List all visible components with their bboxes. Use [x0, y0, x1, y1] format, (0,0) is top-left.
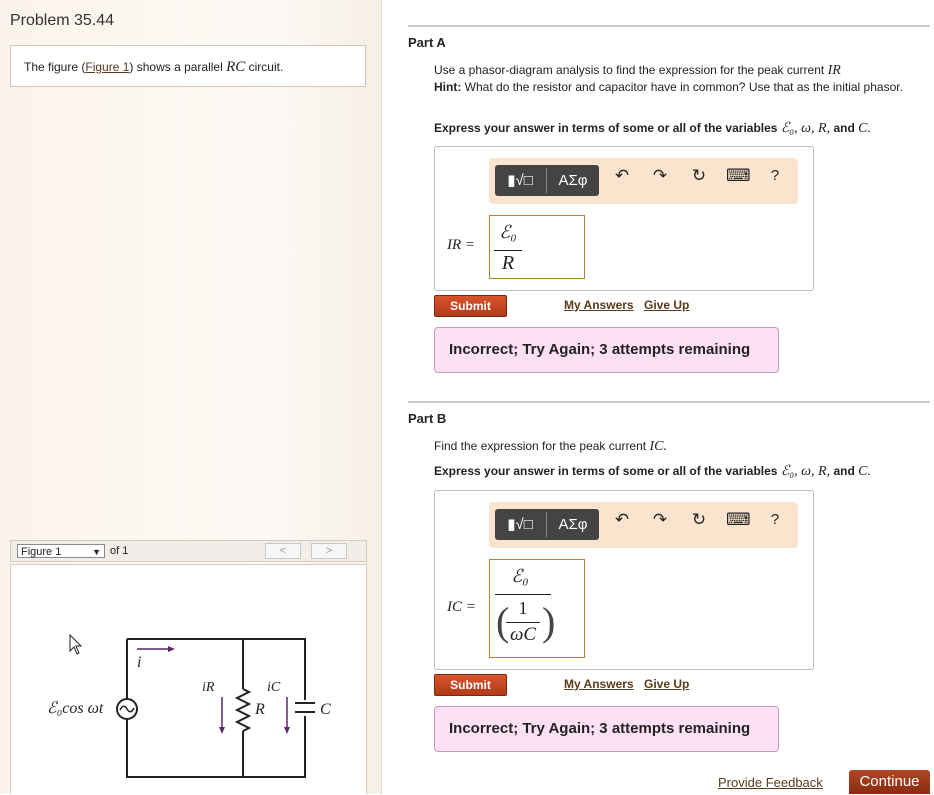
- continue-button[interactable]: Continue: [849, 770, 930, 794]
- part-b-answer-input[interactable]: ℰ₀ ( 1 ωC ): [489, 559, 585, 658]
- redo-icon[interactable]: ↷: [649, 165, 671, 187]
- resistor-symbol: [234, 688, 252, 732]
- undo-icon[interactable]: ↶: [611, 165, 633, 187]
- greek-symbols-button[interactable]: ΑΣφ: [547, 509, 599, 540]
- keyboard-icon[interactable]: ⌨: [726, 165, 751, 187]
- part-a-submit-button[interactable]: Submit: [434, 295, 507, 317]
- part-b-instructions: Express your answer in terms of some or …: [434, 464, 871, 479]
- part-a-math-toolbar: ▮√□ ΑΣφ ↶ ↷ ↻ ⌨ ?: [489, 158, 798, 204]
- part-a-instructions: Express your answer in terms of some or …: [434, 121, 871, 136]
- part-b-math-toolbar: ▮√□ ΑΣφ ↶ ↷ ↻ ⌨ ?: [489, 502, 798, 548]
- help-button[interactable]: ?: [764, 165, 786, 187]
- figure-area: ℰ₀cos ωt i iR iC R C: [10, 564, 367, 794]
- next-figure-button[interactable]: >: [311, 543, 347, 559]
- part-a-answer-input[interactable]: ℰ₀ R: [489, 215, 585, 279]
- reset-icon[interactable]: ↻: [688, 165, 710, 187]
- part-a-my-answers-link[interactable]: My Answers: [564, 298, 634, 312]
- rc-circuit-diagram: ℰ₀cos ωt i iR iC R C: [47, 633, 331, 778]
- label-i: i: [137, 654, 141, 671]
- reset-icon[interactable]: ↻: [688, 509, 710, 531]
- part-b-question: Find the expression for the peak current…: [434, 439, 667, 454]
- part-a-answer-label: IR =: [447, 237, 476, 253]
- part-a-label: Part A: [408, 35, 446, 50]
- part-b-my-answers-link[interactable]: My Answers: [564, 677, 634, 691]
- problem-intro: The figure (Figure 1) shows a parallel R…: [10, 45, 366, 87]
- label-ic: iC: [267, 680, 281, 695]
- keyboard-icon[interactable]: ⌨: [726, 509, 751, 531]
- part-b-feedback: Incorrect; Try Again; 3 attempts remaini…: [434, 706, 779, 752]
- figure-count: of 1: [110, 545, 129, 557]
- problem-pane: Problem 35.44 The figure (Figure 1) show…: [0, 0, 382, 794]
- figure-link[interactable]: Figure 1: [85, 60, 129, 74]
- part-a-toolbar-group: ▮√□ ΑΣφ: [495, 165, 599, 196]
- dropdown-arrow-icon: ▼: [92, 547, 101, 557]
- part-a-give-up-link[interactable]: Give Up: [644, 298, 689, 312]
- label-c: C: [320, 701, 331, 718]
- source-label: ℰ₀cos ωt: [47, 700, 104, 717]
- problem-title: Problem 35.44: [10, 12, 115, 29]
- templates-icon[interactable]: ▮√□: [495, 509, 545, 540]
- mouse-cursor-icon: [69, 633, 83, 655]
- label-ir: iR: [202, 680, 215, 695]
- part-b-toolbar-group: ▮√□ ΑΣφ: [495, 509, 599, 540]
- part-b-submit-button[interactable]: Submit: [434, 674, 507, 696]
- provide-feedback-link[interactable]: Provide Feedback: [718, 775, 823, 790]
- part-a-feedback: Incorrect; Try Again; 3 attempts remaini…: [434, 327, 779, 373]
- templates-icon[interactable]: ▮√□: [495, 165, 545, 196]
- redo-icon[interactable]: ↷: [649, 509, 671, 531]
- label-r: R: [254, 701, 265, 718]
- previous-figure-button[interactable]: <: [265, 543, 301, 559]
- part-b-label: Part B: [408, 411, 447, 426]
- figure-navigation-bar: Figure 1 ▼ of 1 < >: [10, 540, 367, 562]
- undo-icon[interactable]: ↶: [611, 509, 633, 531]
- figure-select[interactable]: Figure 1 ▼: [17, 544, 105, 558]
- part-a-answer-box: ▮√□ ΑΣφ ↶ ↷ ↻ ⌨ ? IR = ℰ₀ R: [434, 146, 814, 291]
- part-a-question: Use a phasor-diagram analysis to find th…: [434, 63, 903, 94]
- greek-symbols-button[interactable]: ΑΣφ: [547, 165, 599, 196]
- part-b-divider: [408, 401, 930, 403]
- part-a-divider: [408, 25, 930, 27]
- part-b-answer-box: ▮√□ ΑΣφ ↶ ↷ ↻ ⌨ ? IC = ℰ₀ ( 1 ωC ): [434, 490, 814, 670]
- part-b-answer-label: IC =: [447, 599, 476, 615]
- help-button[interactable]: ?: [764, 509, 786, 531]
- part-b-give-up-link[interactable]: Give Up: [644, 677, 689, 691]
